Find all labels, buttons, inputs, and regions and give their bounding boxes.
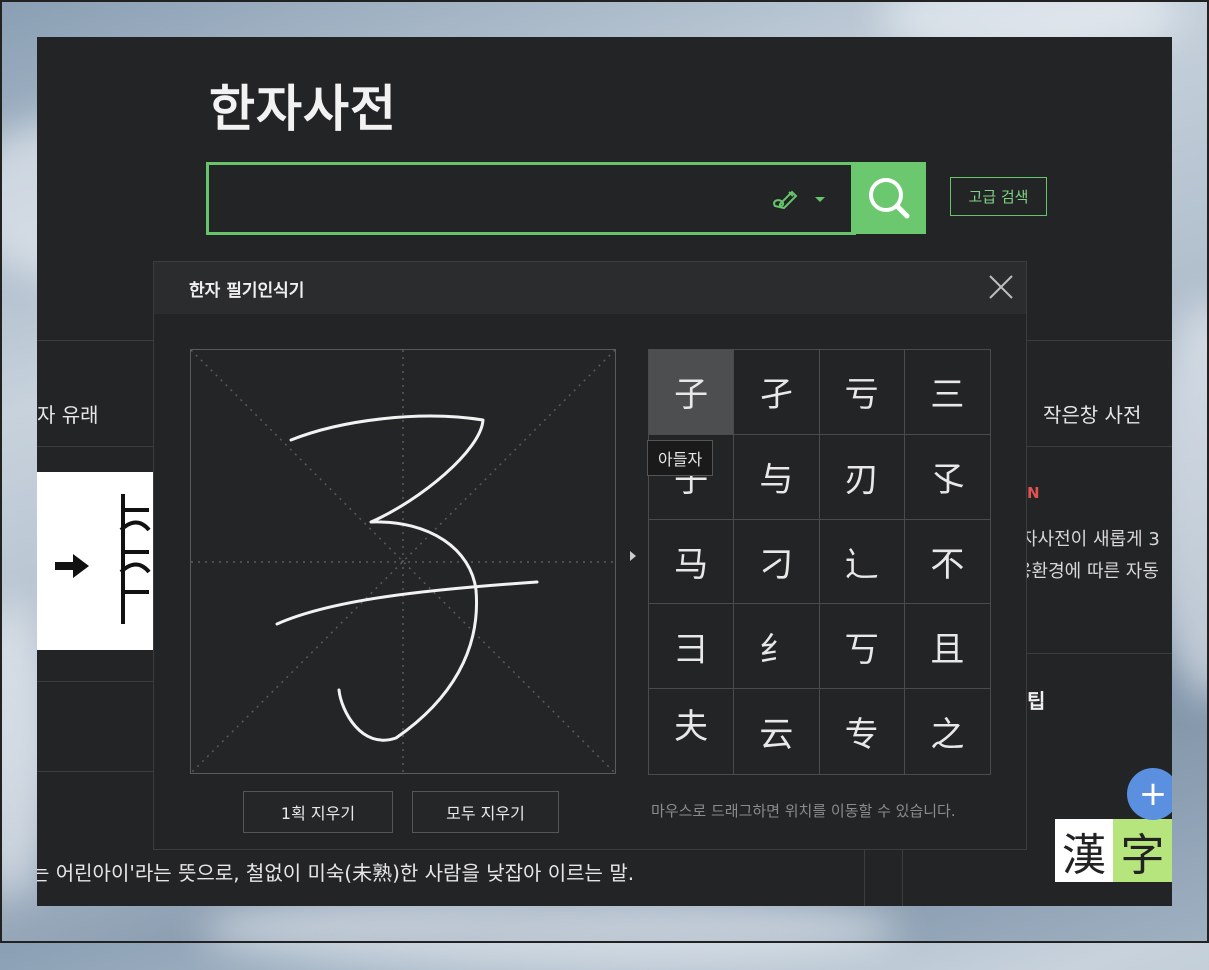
handwritten-strokes [275,414,539,742]
close-icon [989,275,1013,299]
meaning-text: 는 어린아이'라는 뜻으로, 철없이 미숙(未熟)한 사람을 낮잡아 이르는 말… [37,861,635,885]
candidate-cell[interactable]: 纟 [734,604,820,690]
candidate-cell[interactable]: 云 [734,689,820,774]
candidate-cell[interactable]: 辶 [819,519,905,605]
candidate-grid: 子 孑 亏 三 子 与 刃 孓 马 刁 辶 不 彐 纟 丂 且 夫 云 专 之 [648,349,991,775]
drawing-canvas[interactable] [190,349,616,774]
erase-stroke-button[interactable]: 1획 지우기 [243,791,393,833]
search-box[interactable] [206,162,856,235]
page-title: 한자사전 [209,80,397,138]
notice-line[interactable]: 용환경에 따른 자동 [1015,557,1159,583]
origin-image [37,472,153,650]
plus-button[interactable]: + [1127,768,1172,820]
tip-heading: 팁 [1027,689,1046,713]
chevron-down-icon [815,197,825,202]
divider [37,771,153,772]
arrow-right-icon [630,551,636,561]
drag-hint: 마우스로 드래그하면 위치를 이동할 수 있습니다. [651,802,956,820]
candidate-cell[interactable]: 刃 [819,434,905,520]
logo-char: 漢 [1055,819,1113,882]
notice-line[interactable]: 자사전이 새롭게 3 [1021,525,1160,551]
candidate-cell[interactable]: 孑 [734,350,820,435]
search-icon [869,178,910,219]
drawing-surface [190,349,616,774]
candidate-cell[interactable]: 丂 [819,604,905,690]
divider [37,681,153,682]
candidate-cell[interactable]: 子 [649,350,735,435]
erase-all-button[interactable]: 모두 지우기 [412,791,559,833]
candidate-tooltip: 아들자 [647,440,714,476]
divider [1027,653,1172,654]
divider [37,446,153,447]
handwriting-toggle[interactable] [769,184,829,214]
new-badge: N [1027,484,1040,502]
search-button[interactable] [851,162,926,234]
modal-header[interactable]: 한자 필기인식기 [154,262,1026,314]
candidate-cell[interactable]: 三 [904,350,990,435]
divider [1027,446,1172,447]
pen-icon [773,190,825,210]
tab-mini-dictionary[interactable]: 작은창 사전 [1043,399,1141,428]
candidate-cell[interactable]: 专 [820,689,905,774]
candidate-cell[interactable]: 夫 [649,689,735,774]
candidate-cell[interactable]: 马 [649,519,735,605]
candidate-cell[interactable]: 且 [904,604,990,690]
handwriting-modal: 한자 필기인식기 子 孑 亏 三 子 与 刃 孓 马 刁 辶 不 彐 纟 丂 且… [153,261,1027,850]
logo-char: 字 [1113,819,1172,882]
advanced-search-button[interactable]: 고급 검색 [950,177,1047,216]
candidate-cell[interactable]: 亏 [819,350,905,435]
close-button[interactable] [986,272,1016,302]
plus-icon: + [1138,774,1168,814]
modal-title: 한자 필기인식기 [189,281,305,301]
candidate-cell[interactable]: 之 [905,689,990,774]
candidate-cell[interactable]: 与 [734,434,820,520]
character-evolution-image [55,494,151,624]
candidate-cell[interactable]: 彐 [649,604,735,690]
candidate-cell[interactable]: 刁 [734,519,820,605]
tab-origin[interactable]: 자 유래 [37,399,99,428]
hanja-logo[interactable]: 漢 字 [1055,819,1172,882]
search-input[interactable] [209,165,749,232]
candidate-cell[interactable]: 孓 [904,435,990,520]
candidate-cell[interactable]: 不 [904,520,990,605]
